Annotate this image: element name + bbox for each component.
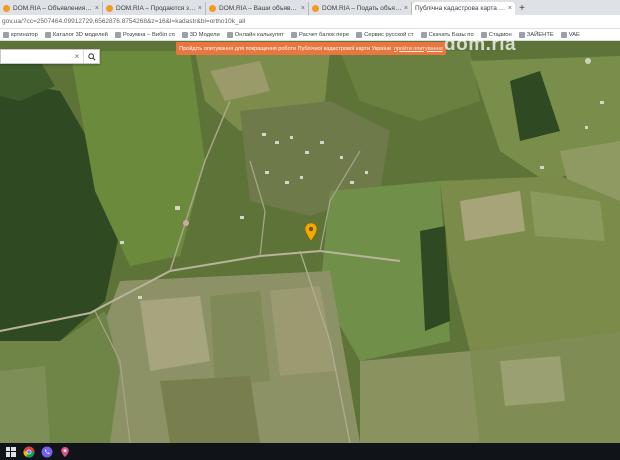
domria-icon	[3, 5, 10, 12]
bookmark-icon	[290, 31, 297, 38]
bookmark-label: Расчет балок пере	[298, 31, 350, 38]
bookmark-item[interactable]: Сервис русской ст	[353, 31, 417, 38]
bookmark-item[interactable]: Онлайн калькулят	[224, 31, 288, 38]
search-icon	[87, 52, 96, 61]
survey-banner-text: Пройдіть опитування для покращення робот…	[179, 45, 392, 52]
address-bar[interactable]: gov.ua/?cc=2507464.09912729,6562876.8754…	[0, 15, 620, 29]
tab-close-icon[interactable]: ×	[95, 5, 99, 12]
tab-domria-2[interactable]: DOM.RIA – Продаются земельн ×	[103, 2, 206, 15]
watermark-dot	[585, 58, 591, 64]
domria-icon	[209, 5, 216, 12]
bookmark-label: Онлайн калькулят	[234, 31, 284, 38]
maps-icon	[60, 446, 69, 457]
tab-close-icon[interactable]: ×	[508, 5, 512, 12]
bookmark-icon	[114, 31, 121, 38]
address-text: gov.ua/?cc=2507464.09912729,6562876.8754…	[2, 18, 246, 25]
domria-watermark: dom.ria	[444, 34, 517, 55]
viber-taskbar-button[interactable]	[40, 445, 53, 458]
bookmark-item[interactable]: Каталог 3D моделей	[42, 31, 112, 38]
map-search-input[interactable]	[1, 50, 71, 63]
maps-taskbar-button[interactable]	[58, 445, 71, 458]
bookmark-label: Розумна – Вибіл сп	[122, 31, 175, 38]
tab-title: DOM.RIA – Продаются земельн	[116, 5, 196, 12]
bookmark-label: Сервис русской ст	[364, 31, 414, 38]
tab-domria-1[interactable]: DOM.RIA – Объявления о прод ×	[0, 2, 103, 15]
tab-domria-4[interactable]: DOM.RIA – Подать объявление ×	[309, 2, 412, 15]
bookmark-label: кртинатор	[11, 31, 38, 38]
tab-title: Публічна кадастрова карта Укр	[415, 5, 506, 12]
satellite-imagery	[0, 41, 620, 443]
location-pin-icon[interactable]	[305, 223, 317, 241]
tab-title: DOM.RIA – Объявления о прод	[13, 5, 93, 12]
screen: DOM.RIA – Объявления о прод × DOM.RIA – …	[0, 0, 620, 460]
map-search-box: ×	[0, 49, 100, 64]
survey-banner[interactable]: Пройдіть опитування для покращення робот…	[176, 42, 446, 55]
bookmark-label: 3D Модели	[189, 31, 220, 38]
os-taskbar	[0, 443, 620, 460]
survey-link[interactable]: пройти опитування	[394, 46, 443, 52]
bookmark-label: Каталог 3D моделей	[52, 31, 108, 38]
domria-icon	[312, 5, 319, 12]
tab-strip: DOM.RIA – Объявления о прод × DOM.RIA – …	[0, 0, 620, 15]
chrome-icon	[22, 446, 35, 458]
chrome-taskbar-button[interactable]	[22, 445, 35, 458]
bookmark-icon	[226, 31, 233, 38]
tab-title: DOM.RIA – Подать объявление	[322, 5, 402, 12]
satellite-map[interactable]	[0, 41, 620, 443]
clear-search-icon[interactable]: ×	[71, 52, 83, 61]
windows-start-button[interactable]	[4, 445, 17, 458]
tab-domria-3[interactable]: DOM.RIA – Ваши объявления д ×	[206, 2, 309, 15]
tab-cadastral-map[interactable]: Публічна кадастрова карта Укр ×	[412, 2, 515, 15]
tab-close-icon[interactable]: ×	[301, 5, 305, 12]
tab-title: DOM.RIA – Ваши объявления д	[219, 5, 299, 12]
domria-icon	[106, 5, 113, 12]
bookmark-item[interactable]: Розумна – Вибіл сп	[112, 31, 179, 38]
tab-close-icon[interactable]: ×	[404, 5, 408, 12]
bookmark-icon	[356, 31, 363, 38]
bookmark-item[interactable]: Расчет балок пере	[288, 31, 353, 38]
search-button[interactable]	[83, 50, 99, 63]
bookmark-icon	[44, 31, 51, 38]
tab-close-icon[interactable]: ×	[198, 5, 202, 12]
new-tab-button[interactable]: +	[515, 2, 529, 15]
viber-icon	[41, 446, 52, 457]
windows-start-icon	[5, 446, 16, 457]
bookmark-item[interactable]: кртинатор	[0, 31, 42, 38]
bookmark-icon	[420, 31, 427, 38]
bookmark-icon	[3, 31, 9, 38]
bookmark-icon	[181, 31, 188, 38]
bookmark-item[interactable]: 3D Модели	[179, 31, 224, 38]
